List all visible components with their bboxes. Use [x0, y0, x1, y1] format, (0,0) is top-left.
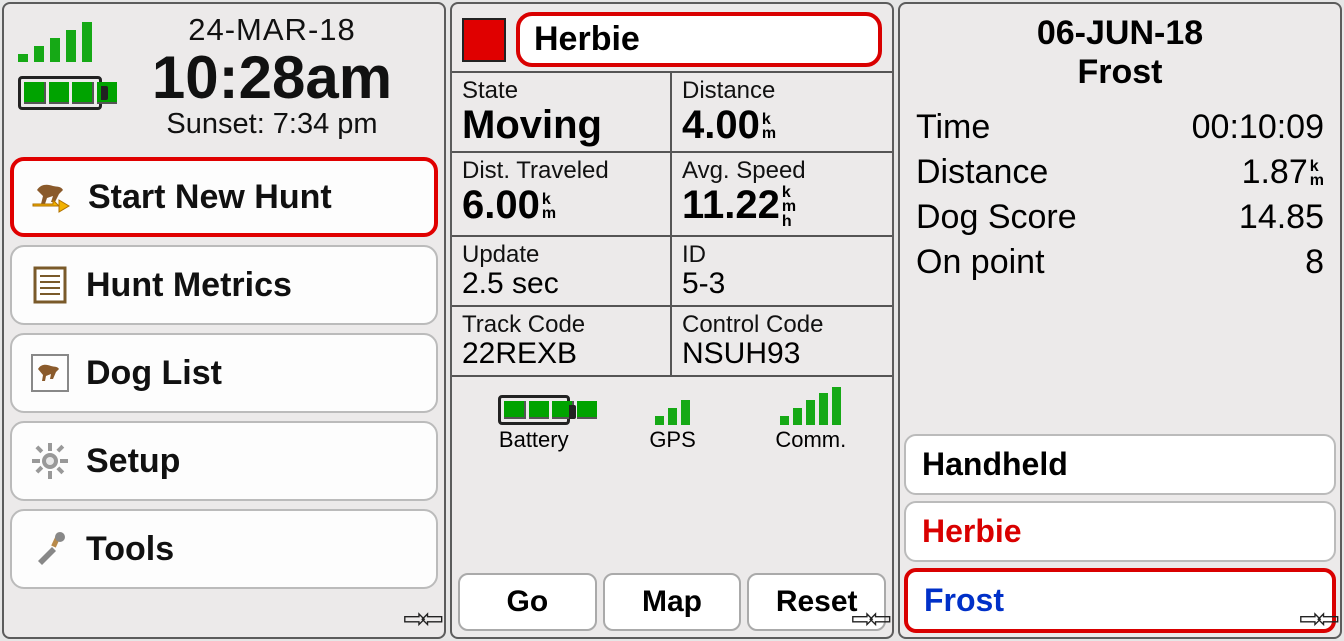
menu-item-label: Start New Hunt [88, 178, 332, 217]
go-button[interactable]: Go [458, 573, 597, 631]
label: Comm. [775, 427, 846, 453]
label: Battery [498, 427, 570, 453]
screen-dog-detail: Herbie State Moving Distance 4.00km Dist… [450, 2, 894, 639]
action-buttons: Go Map Reset [452, 567, 892, 637]
cell-state: State Moving [452, 73, 672, 153]
value: 5-3 [682, 269, 882, 299]
label: Dist. Traveled [462, 157, 660, 185]
device-list: Handheld Herbie Frost [900, 430, 1340, 637]
value: NSUH93 [682, 339, 882, 369]
map-button[interactable]: Map [603, 573, 742, 631]
status-gps: GPS [649, 387, 695, 453]
value: 00:10:09 [1192, 108, 1324, 147]
row-time: Time 00:10:09 [916, 108, 1324, 147]
cell-track-code: Track Code 22REXB [452, 307, 672, 375]
list-item-handheld[interactable]: Handheld [904, 434, 1336, 495]
tools-icon [28, 527, 72, 571]
dog-data-grid: State Moving Distance 4.00km Dist. Trave… [452, 71, 892, 377]
cell-distance: Distance 4.00km [672, 73, 892, 153]
menu-hunt-metrics[interactable]: Hunt Metrics [10, 245, 438, 325]
value: 11.22kmh [682, 185, 882, 229]
resize-arrows-icon: ⇨⇦ [403, 602, 438, 635]
dog-name-label: Frost [900, 53, 1340, 92]
signal-icon [775, 387, 846, 425]
value: 22REXB [462, 339, 660, 369]
battery-icon [498, 395, 570, 425]
menu-tools[interactable]: Tools [10, 509, 438, 589]
row-distance: Distance 1.87km [916, 153, 1324, 192]
menu-item-label: Tools [86, 530, 174, 569]
battery-icon [18, 76, 102, 110]
label: Distance [682, 77, 882, 105]
label: Time [916, 108, 990, 147]
cell-dist-traveled: Dist. Traveled 6.00km [452, 153, 672, 237]
label: Track Code [462, 311, 660, 339]
date-label: 24-MAR-18 [114, 12, 430, 48]
label: Distance [916, 153, 1048, 192]
value: 6.00km [462, 185, 660, 225]
status-icons [18, 12, 114, 141]
resize-arrows-icon: ⇨⇦ [851, 602, 886, 635]
menu-item-label: Dog List [86, 354, 222, 393]
label: Control Code [682, 311, 882, 339]
menu-item-label: Setup [86, 442, 180, 481]
label: On point [916, 243, 1045, 282]
row-on-point: On point 8 [916, 243, 1324, 282]
dog-color-swatch [462, 18, 506, 62]
list-icon [28, 263, 72, 307]
summary-stats: Time 00:10:09 Distance 1.87km Dog Score … [900, 108, 1340, 288]
main-menu: Start New Hunt Hunt Metrics Dog List Set… [4, 151, 444, 593]
value: Moving [462, 105, 660, 145]
clock-block: 24-MAR-18 10:28am Sunset: 7:34 pm [114, 12, 430, 141]
dog-status-row: Battery GPS Comm. [452, 377, 892, 457]
time-label: 10:28am [114, 48, 430, 108]
label: Avg. Speed [682, 157, 882, 185]
status-comm: Comm. [775, 387, 846, 453]
signal-icon [18, 22, 114, 62]
cell-avg-speed: Avg. Speed 11.22kmh [672, 153, 892, 237]
menu-start-new-hunt[interactable]: Start New Hunt [10, 157, 438, 237]
label: GPS [649, 427, 695, 453]
menu-dog-list[interactable]: Dog List [10, 333, 438, 413]
menu-item-label: Hunt Metrics [86, 266, 292, 305]
value: 4.00km [682, 105, 882, 145]
signal-icon [649, 387, 695, 425]
label: Dog Score [916, 198, 1077, 237]
label: State [462, 77, 660, 105]
value: 1.87km [1242, 153, 1324, 192]
sunset-label: Sunset: 7:34 pm [114, 108, 430, 141]
list-item-herbie[interactable]: Herbie [904, 501, 1336, 562]
screen-main-menu: 24-MAR-18 10:28am Sunset: 7:34 pm Start … [2, 2, 446, 639]
value: 8 [1305, 243, 1324, 282]
cell-update: Update 2.5 sec [452, 237, 672, 307]
dog-arrow-icon [30, 175, 74, 219]
dog-icon [28, 351, 72, 395]
gear-icon [28, 439, 72, 483]
status-header: 24-MAR-18 10:28am Sunset: 7:34 pm [4, 4, 444, 151]
status-battery: Battery [498, 395, 570, 453]
value: 2.5 sec [462, 269, 660, 299]
date-label: 06-JUN-18 [900, 14, 1340, 53]
label: ID [682, 241, 882, 269]
dog-title-row: Herbie [452, 4, 892, 71]
cell-control-code: Control Code NSUH93 [672, 307, 892, 375]
list-item-frost[interactable]: Frost [904, 568, 1336, 633]
menu-setup[interactable]: Setup [10, 421, 438, 501]
resize-arrows-icon: ⇨⇦ [1299, 602, 1334, 635]
dog-name[interactable]: Herbie [516, 12, 882, 67]
summary-header: 06-JUN-18 Frost [900, 4, 1340, 108]
row-dog-score: Dog Score 14.85 [916, 198, 1324, 237]
label: Update [462, 241, 660, 269]
screen-hunt-summary: 06-JUN-18 Frost Time 00:10:09 Distance 1… [898, 2, 1342, 639]
cell-id: ID 5-3 [672, 237, 892, 307]
value: 14.85 [1239, 198, 1324, 237]
